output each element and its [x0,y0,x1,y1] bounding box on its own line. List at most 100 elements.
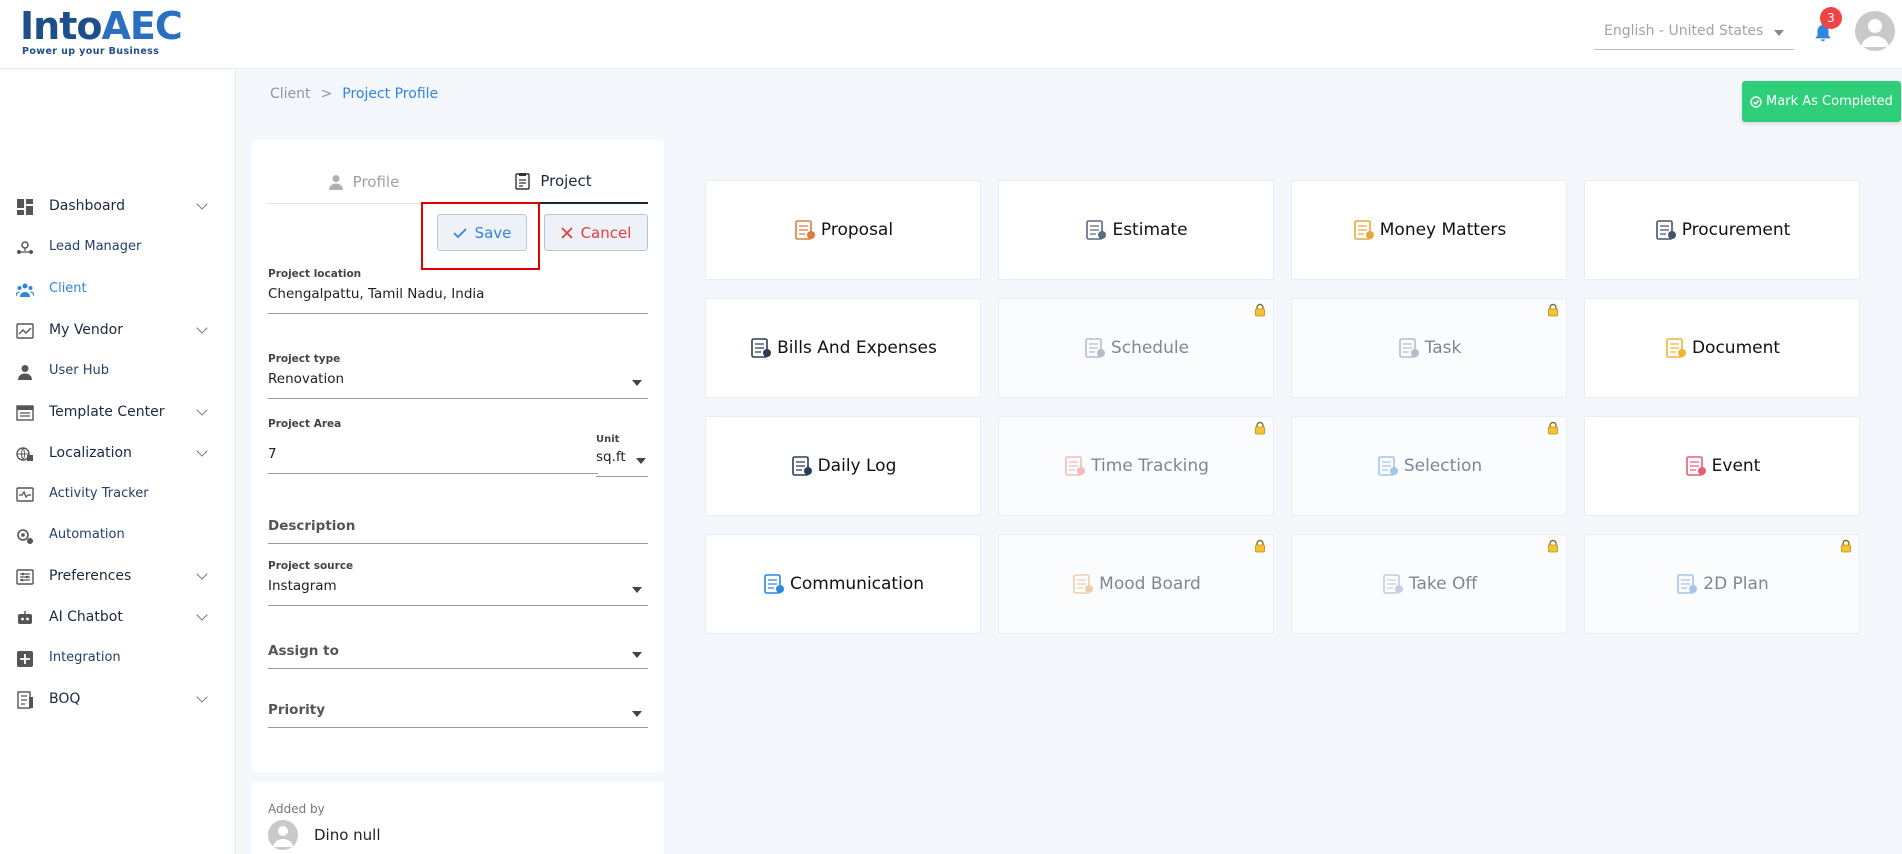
logo-tagline: Power up your Business [22,46,160,57]
breadcrumb: Client > Project Profile [270,86,438,102]
sidebar-item-client[interactable]: Client [0,272,236,308]
module-label: Money Matters [1379,220,1507,240]
chatbot-icon [18,611,32,624]
module-tile-daily-log[interactable]: Daily Log [705,416,981,516]
unit-select[interactable]: sq.ft [596,449,648,477]
project-source-value: Instagram [268,578,337,594]
priority-select[interactable]: Priority [268,702,648,728]
module-tile-time-tracking[interactable]: Time Tracking [998,416,1274,516]
module-label: Document [1691,338,1781,358]
sidebar-item-preferences[interactable]: Preferences [0,559,236,595]
module-tile-estimate[interactable]: Estimate [998,180,1274,280]
project-type-field[interactable]: Project type Renovation [268,353,648,399]
module-label: Time Tracking [1091,456,1209,476]
module-tile-document[interactable]: Document [1584,298,1860,398]
sidebar-item-integration[interactable]: Integration [0,641,236,677]
check-badge-icon [1750,95,1762,108]
assign-to-label: Assign to [268,643,339,659]
sidebar-item-label: Dashboard [49,198,125,214]
procurement-icon [1655,220,1676,240]
module-label: Procurement [1681,220,1791,240]
description-field[interactable]: Description [268,518,648,544]
top-header: IntoAEC Power up your Business English -… [0,0,1902,69]
module-tile-bills-and-expenses[interactable]: Bills And Expenses [705,298,981,398]
cancel-button-label: Cancel [580,223,632,242]
project-type-select[interactable]: Renovation [268,371,648,399]
logo-text-aec: AEC [101,4,182,48]
sidebar-item-lead-manager[interactable]: Lead Manager [0,230,236,266]
sidebar-item-label: User Hub [49,363,110,378]
daily-log-icon [791,456,812,476]
module-tile-mood-board[interactable]: Mood Board [998,534,1274,634]
take-off-icon [1383,574,1403,594]
module-tile-event[interactable]: Event [1584,416,1860,516]
project-type-label: Project type [268,353,341,365]
assign-to-select[interactable]: Assign to [268,643,648,669]
project-source-field[interactable]: Project source Instagram [268,560,648,606]
selection-icon [1378,456,1398,476]
sidebar-item-activity-tracker[interactable]: Activity Tracker [0,477,236,513]
sidebar-item-user-hub[interactable]: User Hub [0,354,236,390]
project-area-field[interactable]: Project Area 7 [268,418,598,474]
sidebar-item-localization[interactable]: Localization [0,436,236,472]
project-location-field[interactable]: Project location Chengalpattu, Tamil Nad… [268,268,648,314]
module-tile-schedule[interactable]: Schedule [998,298,1274,398]
sidebar-item-automation[interactable]: Automation [0,518,236,554]
sidebar-item-label: AI Chatbot [49,609,123,625]
project-area-value[interactable]: 7 [268,442,598,474]
description-input[interactable]: Description [268,518,648,544]
app-logo[interactable]: IntoAEC Power up your Business [20,4,183,60]
module-label: Proposal [820,220,894,240]
project-source-select[interactable]: Instagram [268,578,648,606]
chevron-down-icon [632,711,642,717]
project-location-value[interactable]: Chengalpattu, Tamil Nadu, India [268,286,648,314]
cancel-button[interactable]: Cancel [544,214,648,251]
project-area-label: Project Area [268,418,342,430]
module-tile-proposal[interactable]: Proposal [705,180,981,280]
person-icon [328,175,343,190]
boq-icon [17,691,33,709]
module-tile-money-matters[interactable]: Money Matters [1291,180,1567,280]
unit-label: Unit [596,434,620,445]
breadcrumb-current: Project Profile [342,86,439,102]
mark-as-completed-button[interactable]: Mark As Completed [1742,81,1901,122]
module-label: Bills And Expenses [777,338,937,358]
chevron-down-icon [196,609,208,621]
integration-icon [17,651,33,667]
schedule-icon [1085,338,1105,358]
unit-value: sq.ft [596,449,626,465]
module-tile-communication[interactable]: Communication [705,534,981,634]
lock-icon [1548,303,1558,317]
sidebar-item-label: My Vendor [49,322,123,338]
money-matters-icon [1353,220,1374,240]
language-select[interactable]: English - United States [1594,16,1794,50]
sidebar-item-label: Template Center [49,404,165,420]
project-clipboard-icon [515,173,531,190]
module-tile-take-off[interactable]: Take Off [1291,534,1567,634]
module-tile-selection[interactable]: Selection [1291,416,1567,516]
sidebar-item-boq[interactable]: BOQ [0,682,236,718]
module-tile-task[interactable]: Task [1291,298,1567,398]
sidebar-item-dashboard[interactable]: Dashboard [0,189,236,225]
user-avatar[interactable] [1855,11,1895,51]
tab-project[interactable]: Project [458,160,648,204]
module-label: Estimate [1112,220,1188,240]
priority-field[interactable]: Priority [268,702,648,728]
module-tile-procurement[interactable]: Procurement [1584,180,1860,280]
save-button-label: Save [474,223,512,242]
automation-icon [17,529,33,544]
chevron-down-icon [196,691,208,703]
avatar-person-icon [273,826,293,847]
lock-icon [1841,539,1851,553]
assign-to-field[interactable]: Assign to [268,643,648,669]
project-location-label: Project location [268,268,362,280]
breadcrumb-client-link[interactable]: Client [270,86,311,102]
chevron-down-icon [632,380,642,386]
sidebar-item-template-center[interactable]: Template Center [0,395,236,431]
save-button[interactable]: Save [437,214,527,251]
unit-field[interactable]: Unit sq.ft [596,434,648,477]
sidebar-item-ai-chatbot[interactable]: AI Chatbot [0,600,236,636]
module-tile-2d-plan[interactable]: 2D Plan [1584,534,1860,634]
tab-profile[interactable]: Profile [268,160,458,204]
sidebar-item-my-vendor[interactable]: My Vendor [0,313,236,349]
